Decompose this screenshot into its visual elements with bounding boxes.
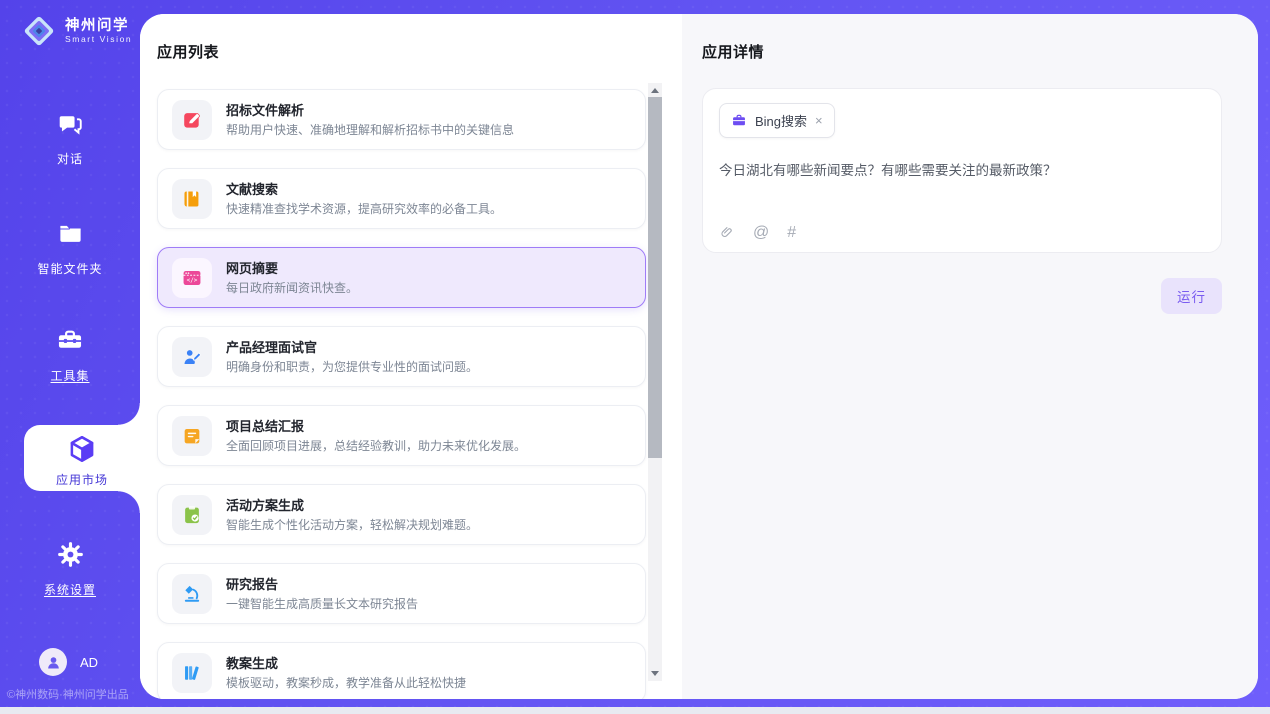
sidebar-item-label: 应用市场 xyxy=(24,471,140,488)
app-card-description: 明确身份和职责，为您提供专业性的面试问题。 xyxy=(226,361,478,373)
app-detail-title: 应用详情 xyxy=(702,41,1222,62)
app-card-产品经理面试官[interactable]: 产品经理面试官 明确身份和职责，为您提供专业性的面试问题。 xyxy=(157,326,646,387)
app-card-招标文件解析[interactable]: 招标文件解析 帮助用户快速、准确地理解和解析招标书中的关键信息 xyxy=(157,89,646,150)
app-icon-tile xyxy=(172,179,212,219)
sidebar: 神州问学 Smart Vision 对话 智能文件夹 工具集 应用市场 系统设置 xyxy=(0,0,140,714)
app-card-title: 文献搜索 xyxy=(226,183,502,196)
brand-subtitle: Smart Vision xyxy=(65,34,132,44)
app-card-文献搜索[interactable]: 文献搜索 快速精准查找学术资源，提高研究效率的必备工具。 xyxy=(157,168,646,229)
app-list-title: 应用列表 xyxy=(157,41,682,62)
app-card-活动方案生成[interactable]: 活动方案生成 智能生成个性化活动方案，轻松解决规划难题。 xyxy=(157,484,646,545)
paperclip-icon[interactable] xyxy=(720,224,735,241)
user-name: AD xyxy=(80,655,98,670)
app-card-description: 帮助用户快速、准确地理解和解析招标书中的关键信息 xyxy=(226,124,514,136)
brand: 神州问学 Smart Vision xyxy=(22,14,132,48)
sidebar-item-应用市场[interactable]: 应用市场 xyxy=(24,425,140,491)
app-card-title: 教案生成 xyxy=(226,657,466,670)
app-card-教案生成[interactable]: 教案生成 模板驱动，教案秒成，教学准备从此轻松快捷 xyxy=(157,642,646,699)
app-card-description: 一键智能生成高质量长文本研究报告 xyxy=(226,598,418,610)
app-icon-tile xyxy=(172,495,212,535)
app-card-title: 项目总结汇报 xyxy=(226,420,526,433)
app-icon-tile xyxy=(172,653,212,693)
app-card-网页摘要[interactable]: </> 网页摘要 每日政府新闻资讯快查。 xyxy=(157,247,646,308)
app-window: 神州问学 Smart Vision 对话 智能文件夹 工具集 应用市场 系统设置 xyxy=(0,0,1270,714)
sidebar-item-工具集[interactable]: 工具集 xyxy=(0,327,140,384)
cube-icon xyxy=(67,434,97,464)
toolbox-icon xyxy=(56,327,84,357)
app-detail-panel: 应用详情 Bing搜索 × 今日湖北有哪些新闻要点？有哪些需要关注的最新政策？ … xyxy=(682,14,1258,699)
tool-tag-bing-search[interactable]: Bing搜索 × xyxy=(719,103,835,138)
sidebar-item-label: 智能文件夹 xyxy=(0,260,140,277)
sidebar-item-对话[interactable]: 对话 xyxy=(0,110,140,167)
briefcase-icon xyxy=(731,113,747,128)
prompt-card: Bing搜索 × 今日湖北有哪些新闻要点？有哪些需要关注的最新政策？ @# xyxy=(702,88,1222,253)
app-card-title: 产品经理面试官 xyxy=(226,341,478,354)
app-icon-tile xyxy=(172,100,212,140)
brand-name: 神州问学 xyxy=(65,18,132,35)
main-panel: 应用列表 招标文件解析 帮助用户快速、准确地理解和解析招标书中的关键信息 文献搜… xyxy=(140,14,1258,699)
app-card-description: 模板驱动，教案秒成，教学准备从此轻松快捷 xyxy=(226,677,466,689)
app-card-title: 研究报告 xyxy=(226,578,418,591)
app-icon-tile xyxy=(172,416,212,456)
sidebar-item-系统设置[interactable]: 系统设置 xyxy=(0,541,140,598)
bottom-edge-strip xyxy=(0,707,1270,714)
scrollbar-thumb[interactable] xyxy=(648,97,662,458)
app-icon-tile: </> xyxy=(172,258,212,298)
app-card-title: 网页摘要 xyxy=(226,262,358,275)
app-icon-tile xyxy=(172,574,212,614)
user-avatar-icon xyxy=(45,654,62,671)
app-card-项目总结汇报[interactable]: 项目总结汇报 全面回顾项目进展，总结经验教训，助力未来优化发展。 xyxy=(157,405,646,466)
avatar xyxy=(39,648,67,676)
chat-icon xyxy=(57,110,84,140)
app-card-title: 招标文件解析 xyxy=(226,104,514,117)
tool-tag-label: Bing搜索 xyxy=(755,111,807,130)
prompt-input[interactable]: 今日湖北有哪些新闻要点？有哪些需要关注的最新政策？ xyxy=(719,162,1205,181)
app-card-description: 每日政府新闻资讯快查。 xyxy=(226,282,358,294)
app-card-description: 智能生成个性化活动方案，轻松解决规划难题。 xyxy=(226,519,478,531)
app-card-研究报告[interactable]: 研究报告 一键智能生成高质量长文本研究报告 xyxy=(157,563,646,624)
app-list: 招标文件解析 帮助用户快速、准确地理解和解析招标书中的关键信息 文献搜索 快速精… xyxy=(157,89,646,699)
run-button[interactable]: 运行 xyxy=(1161,278,1222,314)
hash-icon[interactable]: # xyxy=(787,225,796,241)
scroll-up-icon[interactable] xyxy=(651,88,659,93)
app-card-description: 快速精准查找学术资源，提高研究效率的必备工具。 xyxy=(226,203,502,215)
app-list-scrollbar[interactable] xyxy=(648,83,662,681)
close-icon[interactable]: × xyxy=(815,114,823,127)
app-list-panel: 应用列表 招标文件解析 帮助用户快速、准确地理解和解析招标书中的关键信息 文献搜… xyxy=(140,14,682,699)
gem-logo-icon xyxy=(22,14,56,48)
gear-icon xyxy=(57,541,84,571)
sidebar-item-label: 系统设置 xyxy=(0,581,140,598)
sidebar-item-label: 对话 xyxy=(0,150,140,167)
user-row[interactable]: AD xyxy=(39,648,98,676)
app-icon-tile xyxy=(172,337,212,377)
svg-text:</>: </> xyxy=(187,277,198,284)
scroll-down-icon[interactable] xyxy=(651,671,659,676)
at-icon[interactable]: @ xyxy=(753,225,769,241)
prompt-toolbar: @# xyxy=(720,224,796,241)
copyright-footer: ©神州数码·神州问学出品 xyxy=(7,686,129,702)
folder-icon xyxy=(57,220,84,250)
sidebar-item-智能文件夹[interactable]: 智能文件夹 xyxy=(0,220,140,277)
app-card-title: 活动方案生成 xyxy=(226,499,478,512)
sidebar-item-label: 工具集 xyxy=(0,367,140,384)
app-card-description: 全面回顾项目进展，总结经验教训，助力未来优化发展。 xyxy=(226,440,526,452)
